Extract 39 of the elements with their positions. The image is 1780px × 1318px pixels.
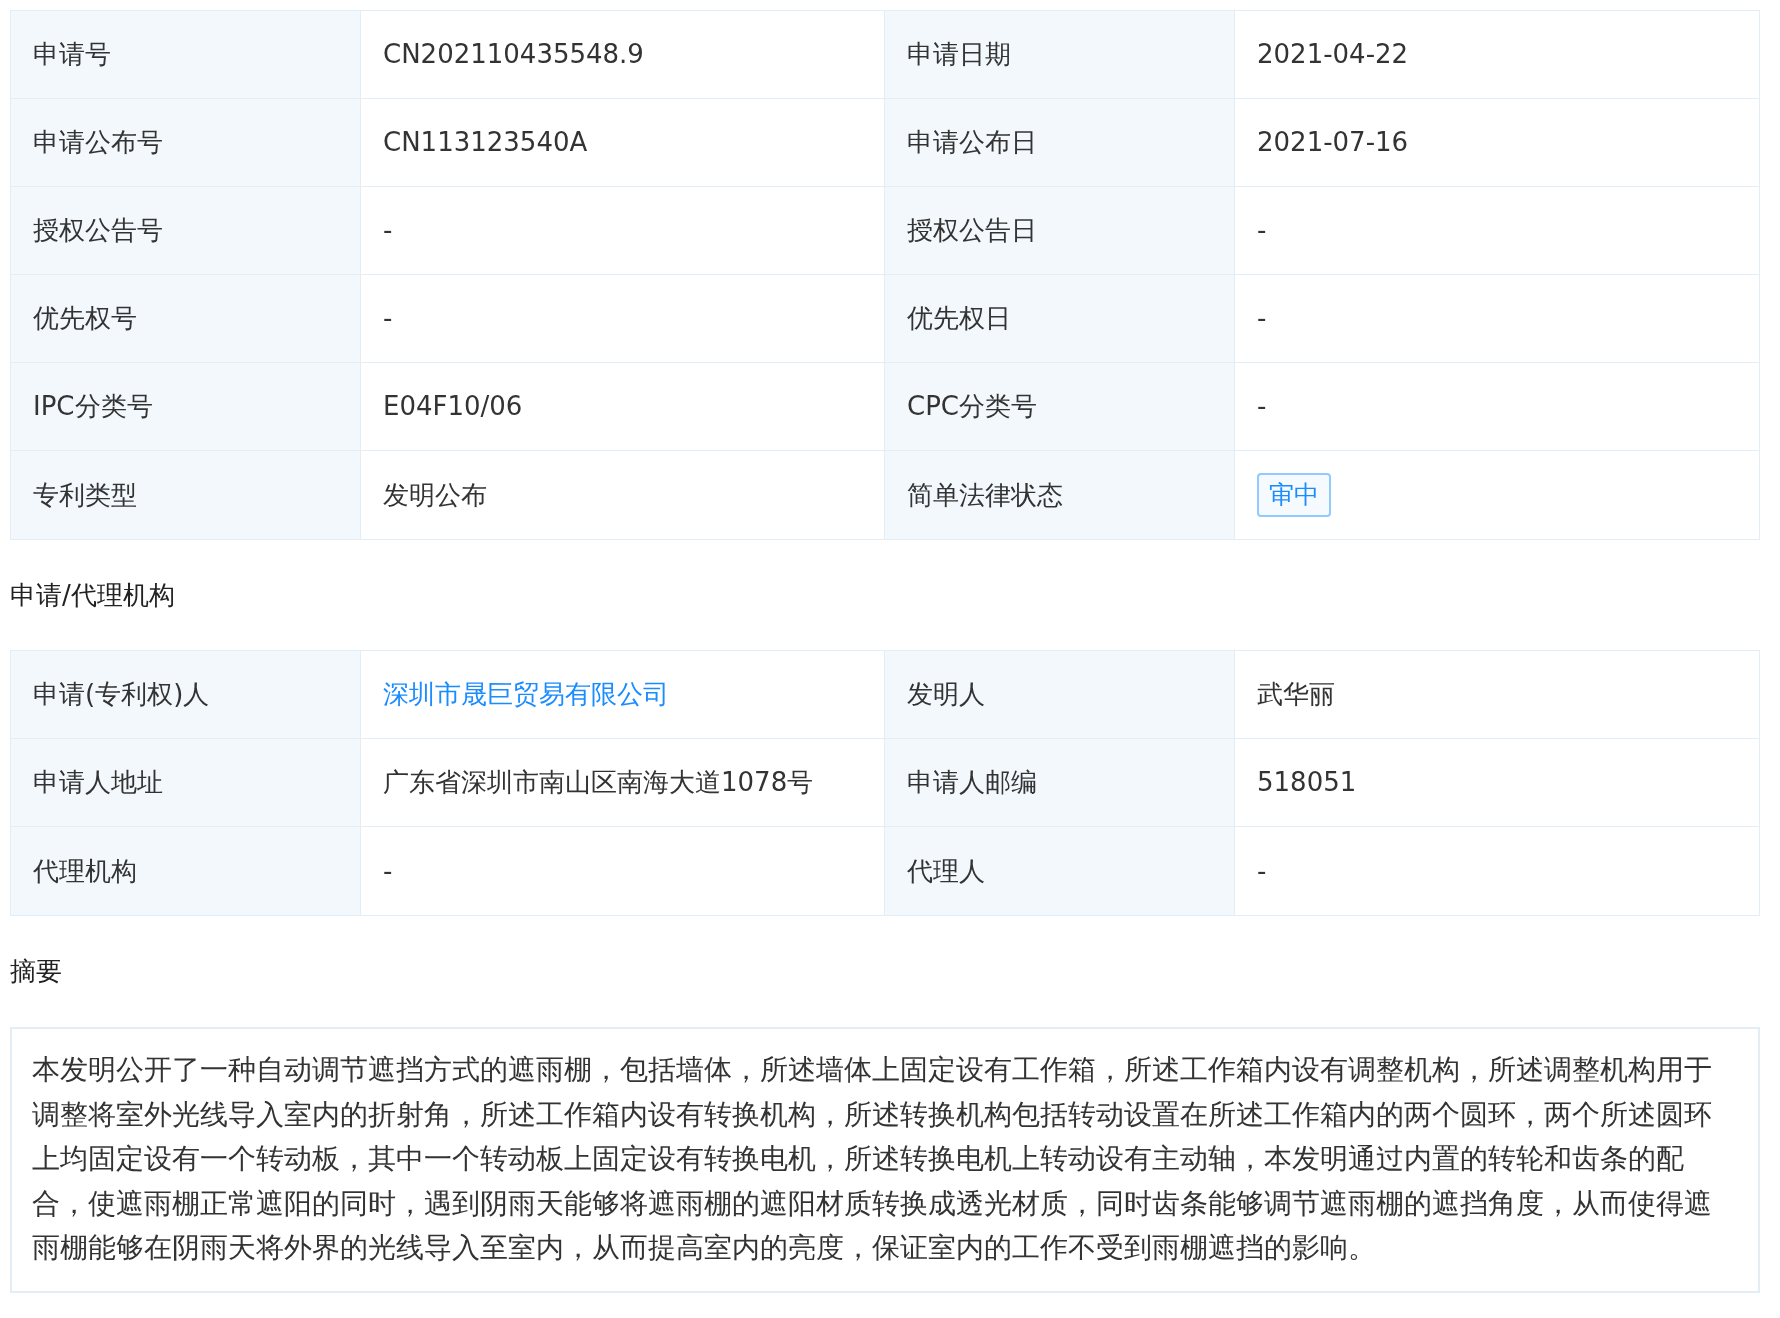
value-text: - bbox=[383, 854, 393, 888]
label-cell: 优先权号 bbox=[11, 275, 361, 362]
label-cell: 申请公布日 bbox=[885, 99, 1235, 186]
status-tag: 审中 bbox=[1257, 473, 1331, 517]
label-cell: CPC分类号 bbox=[885, 363, 1235, 450]
label-cell: 发明人 bbox=[885, 651, 1235, 738]
section-title: 摘要 bbox=[10, 955, 63, 988]
label-cell: 申请公布号 bbox=[11, 99, 361, 186]
value-text: 2021-04-22 bbox=[1257, 38, 1409, 71]
label-cell: 申请人地址 bbox=[11, 739, 361, 826]
value-text: 2021-07-16 bbox=[1257, 126, 1409, 159]
label-cell: 申请日期 bbox=[885, 11, 1235, 98]
label-cell: IPC分类号 bbox=[11, 363, 361, 450]
value-text: 发明公布 bbox=[383, 478, 487, 512]
value-text: - bbox=[1257, 390, 1267, 423]
company-link[interactable]: 深圳市晟巨贸易有限公司 bbox=[383, 675, 669, 714]
value-text: - bbox=[1257, 854, 1267, 888]
label-cell: 优先权日 bbox=[885, 275, 1235, 362]
label-cell: 专利类型 bbox=[11, 451, 361, 539]
value-text: CN202110435548.9 bbox=[383, 38, 644, 71]
abstract-text: 本发明公开了一种自动调节遮挡方式的遮雨棚，包括墙体，所述墙体上固定设有工作箱，所述工作箱内设有调整机构，所述调整机构用于调整将室外光线导入室内的折射角，所述工作箱内设有转换机构，所述转换机构包括转动设置在所述工作箱内的两个圆环，两个所述圆环上均固定设有一个转动板，其中一个转动板上固定设有转换电机，所述转换电机上转动设有主动轴，本发明通过内置的转轮和齿条的配合，使遮雨棚正常遮阳的同时，遇到阴雨天能够将遮雨棚的遮阳材质转换成透光材质，同时齿条能够调节遮雨棚的遮挡角度，从而使得遮雨棚能够在阴雨天将外界的光线导入至室内，从而提高室内的亮度，保证室内的工作不受到雨棚遮挡的影响。 bbox=[32, 1052, 1713, 1266]
label-cell: 授权公告日 bbox=[885, 187, 1235, 274]
value-text: CN113123540A bbox=[383, 126, 588, 159]
label-cell: 简单法律状态 bbox=[885, 451, 1235, 539]
value-text: - bbox=[1257, 302, 1267, 335]
value-text: 广东省深圳市南山区南海大道1078号 bbox=[383, 766, 814, 799]
label-cell: 申请号 bbox=[11, 11, 361, 98]
section-title: 申请/代理机构 bbox=[10, 578, 176, 612]
label-cell: 申请人邮编 bbox=[885, 739, 1235, 826]
label-cell: 代理机构 bbox=[11, 827, 361, 915]
label-cell: 授权公告号 bbox=[11, 187, 361, 274]
label-cell: 代理人 bbox=[885, 827, 1235, 915]
value-text: 武华丽 bbox=[1257, 678, 1335, 711]
value-text: - bbox=[1257, 214, 1267, 247]
value-text: - bbox=[383, 214, 393, 247]
value-text: 518051 bbox=[1257, 766, 1357, 799]
value-text: - bbox=[383, 302, 393, 335]
label-cell: 申请(专利权)人 bbox=[11, 651, 361, 738]
value-text: E04F10/06 bbox=[383, 390, 523, 423]
